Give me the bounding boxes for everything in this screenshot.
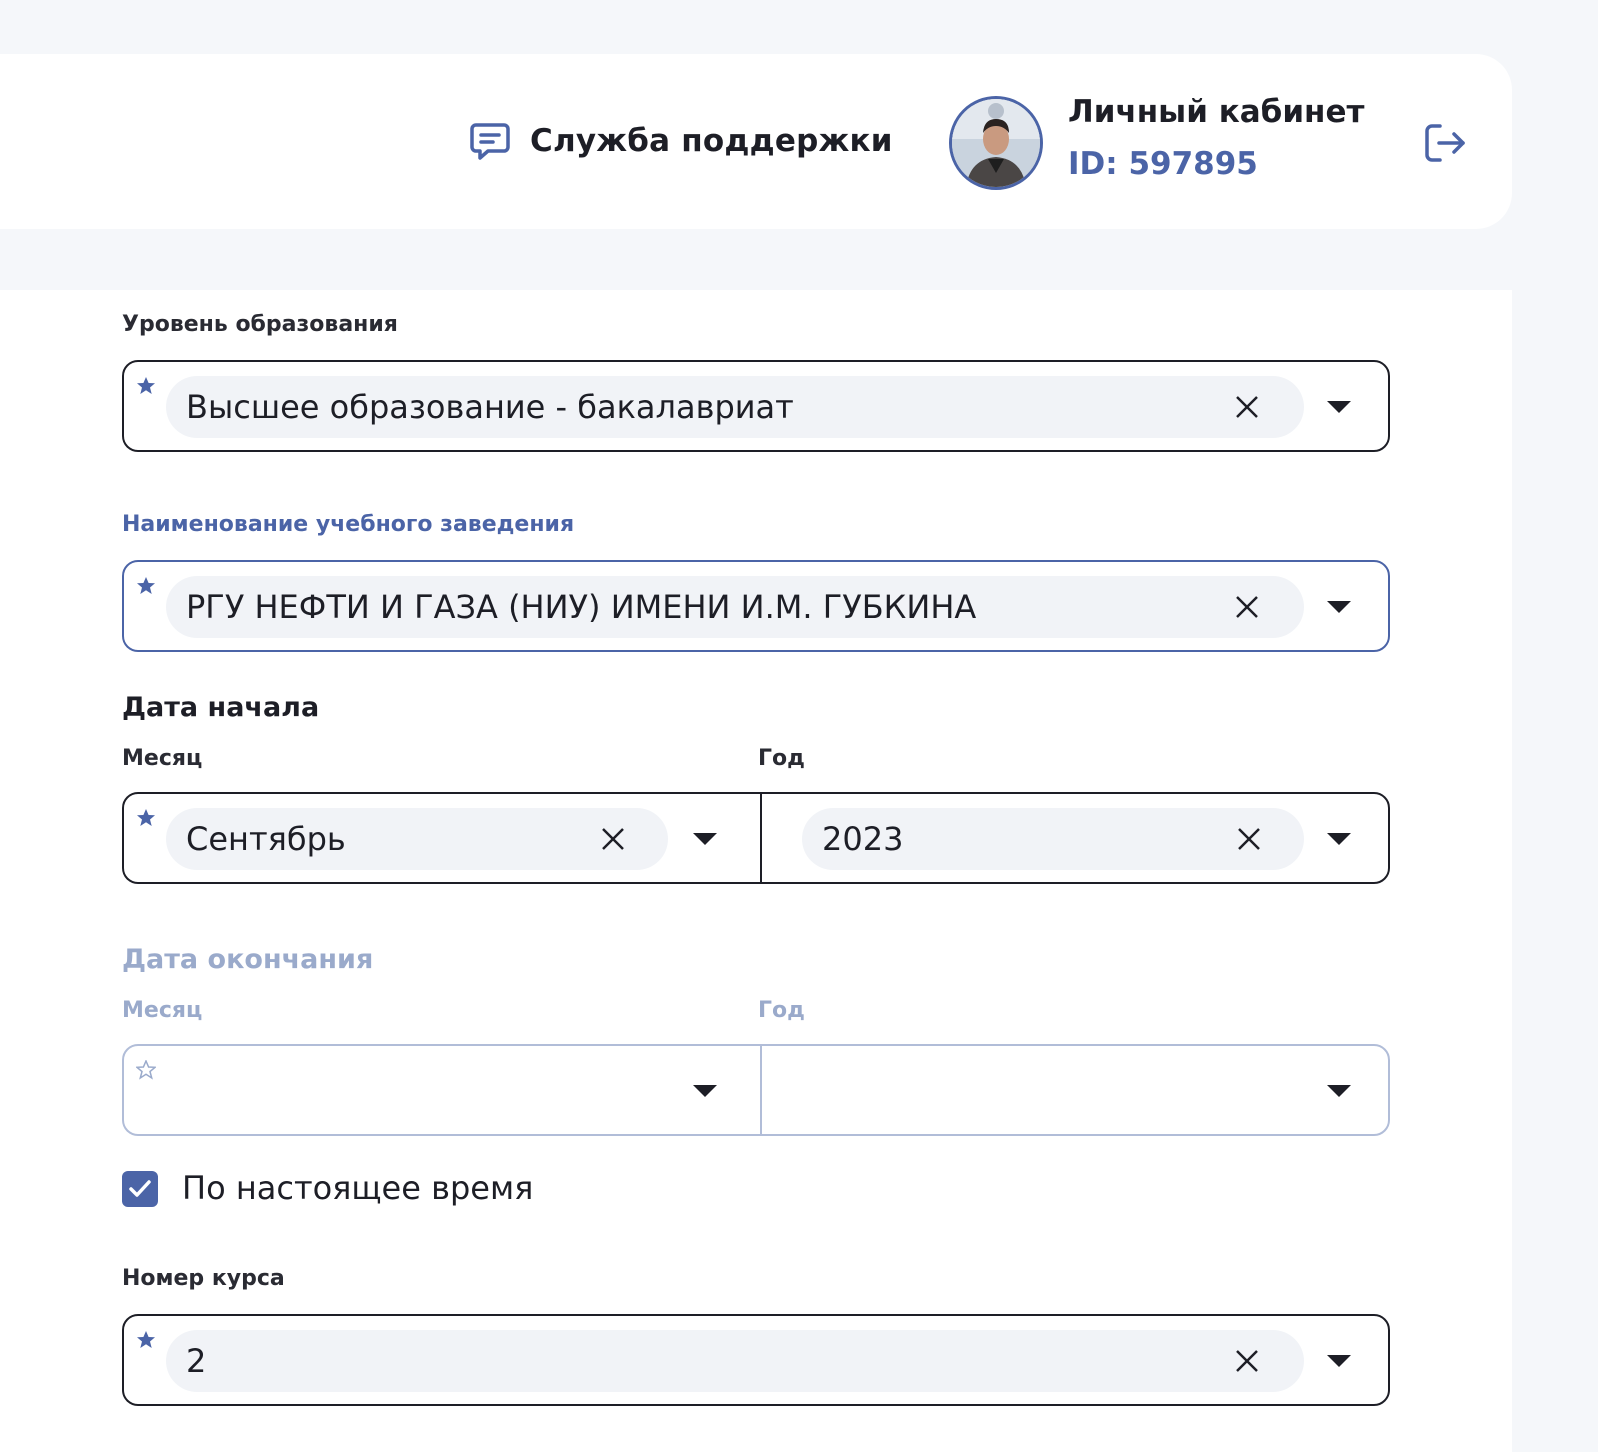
present-checkbox-label[interactable]: По настоящее время bbox=[182, 1169, 533, 1207]
chat-icon bbox=[468, 119, 512, 163]
required-star-icon bbox=[137, 1331, 155, 1348]
education-level-select[interactable]: Высшее образование - бакалавриат bbox=[122, 360, 1390, 452]
course-number-select[interactable]: 2 bbox=[122, 1314, 1390, 1406]
end-date-group bbox=[122, 1044, 1390, 1136]
required-star-icon bbox=[137, 577, 155, 594]
check-icon bbox=[129, 1180, 151, 1197]
selected-value-chip: РГУ НЕФТИ И ГАЗА (НИУ) ИМЕНИ И.М. ГУБКИН… bbox=[166, 576, 1304, 638]
avatar[interactable] bbox=[949, 96, 1043, 190]
logout-icon bbox=[1425, 124, 1465, 162]
caret-down-icon[interactable] bbox=[1326, 599, 1352, 615]
start-month-value: Сентябрь bbox=[186, 820, 346, 858]
logout-button[interactable] bbox=[1420, 118, 1470, 168]
course-number-value: 2 bbox=[186, 1342, 207, 1380]
start-month-label: Месяц bbox=[122, 746, 203, 771]
required-star-icon bbox=[137, 809, 155, 826]
cabinet-title[interactable]: Личный кабинет bbox=[1068, 94, 1364, 130]
close-icon[interactable] bbox=[1236, 826, 1262, 852]
caret-down-icon[interactable] bbox=[1326, 1083, 1352, 1099]
close-icon[interactable] bbox=[1234, 594, 1260, 620]
start-year-label: Год bbox=[758, 746, 805, 771]
start-date-title: Дата начала bbox=[122, 692, 320, 723]
present-checkbox[interactable] bbox=[122, 1171, 158, 1207]
close-icon[interactable] bbox=[600, 826, 626, 852]
caret-down-icon[interactable] bbox=[692, 831, 718, 847]
start-year-value: 2023 bbox=[822, 820, 904, 858]
caret-down-icon[interactable] bbox=[1326, 1353, 1352, 1369]
course-number-label: Номер курса bbox=[122, 1266, 285, 1291]
selected-value-chip: Высшее образование - бакалавриат bbox=[166, 376, 1304, 438]
institution-select[interactable]: РГУ НЕФТИ И ГАЗА (НИУ) ИМЕНИ И.М. ГУБКИН… bbox=[122, 560, 1390, 652]
education-level-label: Уровень образования bbox=[122, 312, 398, 337]
caret-down-icon[interactable] bbox=[1326, 399, 1352, 415]
support-link[interactable]: Служба поддержки bbox=[468, 119, 893, 163]
institution-label: Наименование учебного заведения bbox=[122, 512, 575, 537]
institution-value: РГУ НЕФТИ И ГАЗА (НИУ) ИМЕНИ И.М. ГУБКИН… bbox=[186, 588, 977, 626]
end-year-select[interactable] bbox=[762, 1046, 1388, 1134]
required-star-icon bbox=[137, 377, 155, 394]
caret-down-icon[interactable] bbox=[692, 1083, 718, 1099]
end-date-title: Дата окончания bbox=[122, 944, 374, 975]
field-divider bbox=[760, 792, 762, 884]
close-icon[interactable] bbox=[1234, 1348, 1260, 1374]
end-month-select[interactable] bbox=[124, 1046, 760, 1134]
start-year-select[interactable]: 2023 bbox=[802, 808, 1304, 870]
user-id: ID: 597895 bbox=[1068, 146, 1258, 182]
start-month-select[interactable]: Сентябрь bbox=[166, 808, 668, 870]
end-year-label: Год bbox=[758, 998, 805, 1023]
caret-down-icon[interactable] bbox=[1326, 831, 1352, 847]
support-label: Служба поддержки bbox=[530, 123, 893, 159]
page-background-strip bbox=[1512, 0, 1598, 1452]
selected-value-chip: 2 bbox=[166, 1330, 1304, 1392]
start-date-group: Сентябрь 2023 bbox=[122, 792, 1390, 884]
close-icon[interactable] bbox=[1234, 394, 1260, 420]
end-month-label: Месяц bbox=[122, 998, 203, 1023]
education-level-value: Высшее образование - бакалавриат bbox=[186, 388, 794, 426]
